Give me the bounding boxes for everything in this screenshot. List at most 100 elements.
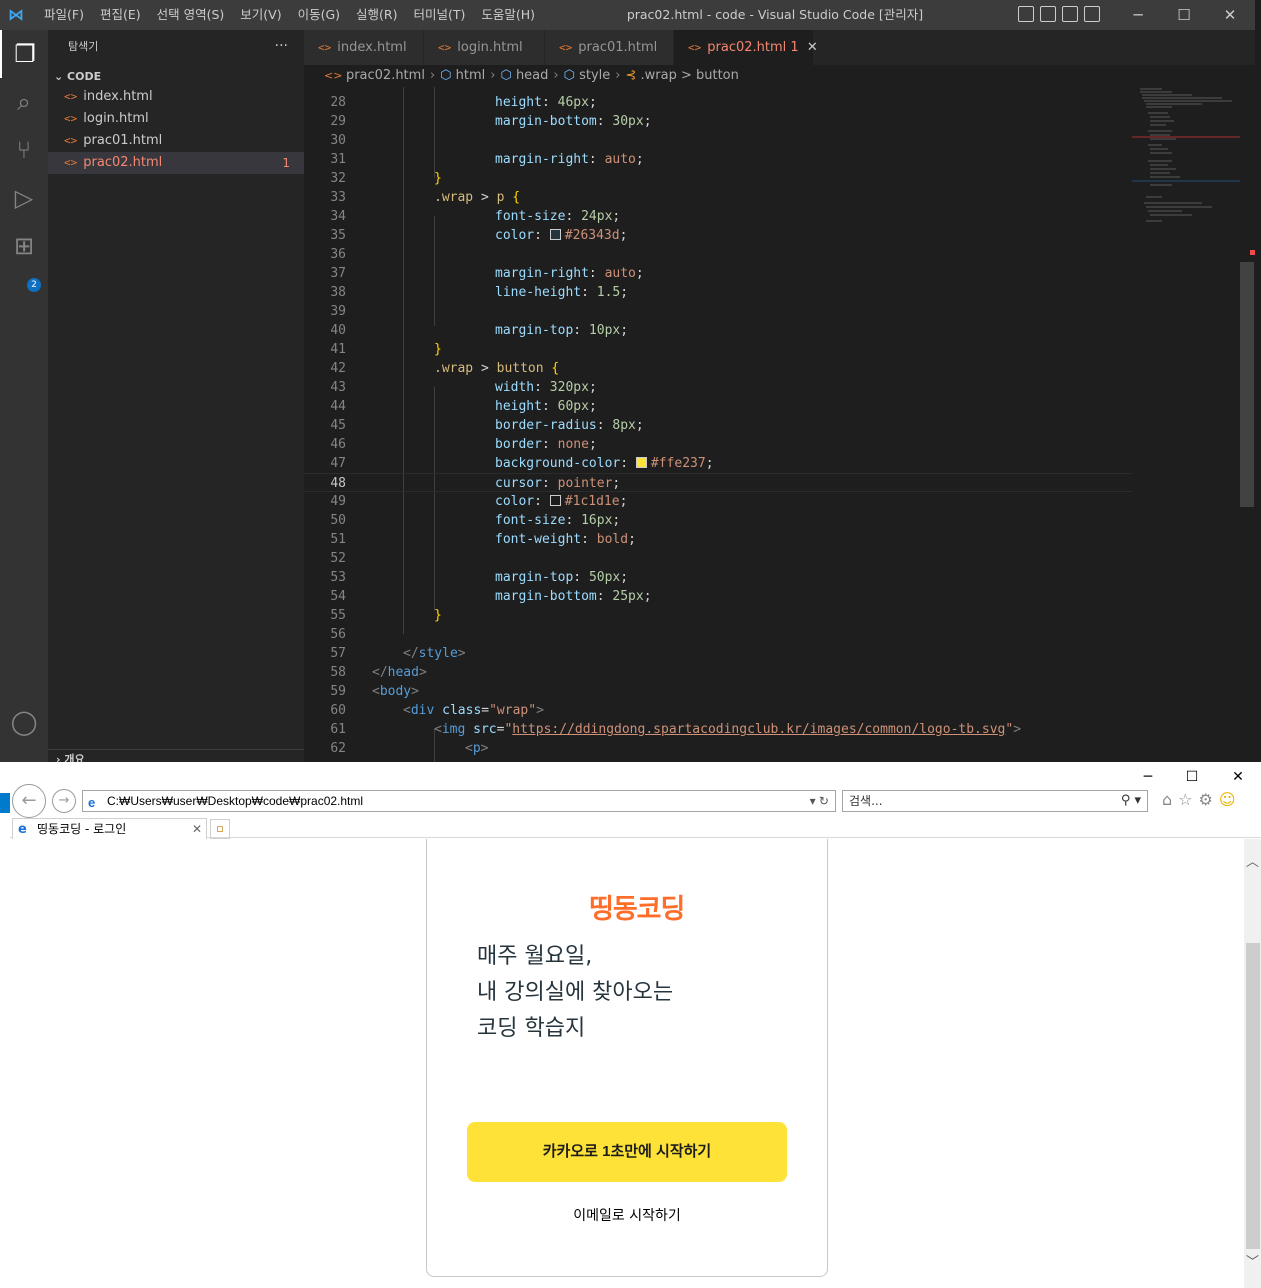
ie-minimize-icon[interactable]: ─	[1125, 766, 1171, 788]
tab-prac02[interactable]: <> prac02.html 1 ✕	[674, 30, 818, 65]
editor-scrollbar[interactable]	[1240, 87, 1255, 762]
breadcrumb-head[interactable]: head	[516, 68, 548, 83]
ie-close-icon[interactable]: ✕	[1215, 766, 1261, 788]
code-line[interactable]: 55}	[304, 606, 1132, 625]
file-item-index[interactable]: <> index.html	[48, 86, 304, 108]
color-swatch-icon[interactable]	[549, 495, 561, 506]
minimize-icon[interactable]: ─	[1115, 0, 1161, 30]
folder-section[interactable]: ⌄ CODE	[54, 66, 101, 88]
back-button[interactable]: ←	[12, 784, 46, 818]
menu-edit[interactable]: 편집(E)	[92, 0, 149, 30]
code-line[interactable]: 61 <img src="https://ddingdong.spartacodi…	[304, 720, 1132, 739]
forward-button[interactable]: →	[52, 789, 76, 813]
close-icon[interactable]: ✕	[1207, 0, 1253, 30]
minimap[interactable]	[1132, 87, 1240, 762]
explorer-icon[interactable]: ❐	[0, 30, 48, 78]
ie-maximize-icon[interactable]: ☐	[1169, 766, 1215, 788]
settings-gear-icon[interactable]: ⚙	[1199, 790, 1213, 809]
favorites-star-icon[interactable]: ☆	[1178, 790, 1192, 809]
code-line[interactable]: 33 .wrap > p {	[304, 188, 1132, 207]
code-line[interactable]: 53 margin-top: 50px;	[304, 568, 1132, 587]
breadcrumb-html[interactable]: html	[456, 68, 486, 83]
search-icon[interactable]: ⌕	[0, 78, 48, 126]
code-line[interactable]: 57 </style>	[304, 644, 1132, 663]
code-line[interactable]: 59 <body>	[304, 682, 1132, 701]
maximize-icon[interactable]: ☐	[1161, 0, 1207, 30]
breadcrumb-file[interactable]: prac02.html	[346, 68, 425, 83]
code-line[interactable]: 34 font-size: 24px;	[304, 207, 1132, 226]
menu-view[interactable]: 보기(V)	[232, 0, 289, 30]
page-scroll-thumb[interactable]	[1246, 943, 1260, 1249]
toggle-sidebar-icon[interactable]	[1018, 6, 1034, 22]
code-line[interactable]: 54 margin-bottom: 25px;	[304, 587, 1132, 606]
search-box[interactable]: 검색... ⚲ ▾	[842, 790, 1148, 812]
scroll-down-icon[interactable]: ﹀	[1244, 1251, 1261, 1270]
code-line[interactable]: 48 cursor: pointer;	[304, 473, 1132, 492]
code-line[interactable]: 39	[304, 302, 1132, 321]
code-line[interactable]: 44 height: 60px;	[304, 397, 1132, 416]
customize-layout-icon[interactable]	[1084, 6, 1100, 22]
breadcrumb-selector[interactable]: .wrap > button	[641, 68, 739, 83]
extensions-icon[interactable]: ⊞	[0, 222, 48, 270]
code-editor[interactable]: 28 height: 46px; 29 margin-bottom: 30px; 30 3…	[304, 87, 1132, 762]
code-line[interactable]: 50 font-size: 16px;	[304, 511, 1132, 530]
code-line[interactable]: 30	[304, 131, 1132, 150]
color-swatch-icon[interactable]	[635, 457, 647, 468]
breadcrumb-style[interactable]: style	[579, 68, 610, 83]
code-line[interactable]: 31 margin-right: auto;	[304, 150, 1132, 169]
code-line[interactable]: 47 background-color: #ffe237;	[304, 454, 1132, 473]
code-line[interactable]: 37 margin-right: auto;	[304, 264, 1132, 283]
code-line[interactable]: 46 border: none;	[304, 435, 1132, 454]
editor-scroll-thumb[interactable]	[1240, 262, 1254, 507]
refresh-icon[interactable]: ▾ ↻	[810, 791, 829, 811]
smiley-feedback-icon[interactable]: ☺	[1219, 790, 1236, 809]
menu-help[interactable]: 도움말(H)	[473, 0, 543, 30]
file-item-login[interactable]: <> login.html	[48, 108, 304, 130]
kakao-start-button[interactable]: 카카오로 1초만에 시작하기	[467, 1122, 787, 1182]
menu-selection[interactable]: 선택 영역(S)	[149, 0, 233, 30]
home-icon[interactable]: ⌂	[1162, 790, 1172, 809]
tab-index[interactable]: <> index.html	[304, 30, 424, 65]
code-line[interactable]: 36	[304, 245, 1132, 264]
menu-run[interactable]: 실행(R)	[348, 0, 405, 30]
code-line[interactable]: 56	[304, 625, 1132, 644]
tab-prac01[interactable]: <> prac01.html	[545, 30, 674, 65]
ie-tab-active[interactable]: e 띵동코딩 - 로그인 ✕	[12, 818, 207, 840]
scroll-up-icon[interactable]: ︿	[1244, 851, 1261, 870]
code-line[interactable]: 43 width: 320px;	[304, 378, 1132, 397]
code-line[interactable]: 58 </head>	[304, 663, 1132, 682]
search-icon[interactable]: ⚲ ▾	[1121, 791, 1141, 811]
toggle-secondary-sidebar-icon[interactable]	[1062, 6, 1078, 22]
run-debug-icon[interactable]: ▷	[0, 174, 48, 222]
code-line[interactable]: 51 font-weight: bold;	[304, 530, 1132, 549]
code-line[interactable]: 62 <p>	[304, 739, 1132, 758]
menu-go[interactable]: 이동(G)	[290, 0, 348, 30]
toggle-panel-icon[interactable]	[1040, 6, 1056, 22]
code-line[interactable]: 38 line-height: 1.5;	[304, 283, 1132, 302]
menu-file[interactable]: 파일(F)	[36, 0, 92, 30]
code-line[interactable]: 40 margin-top: 10px;	[304, 321, 1132, 340]
code-line[interactable]: 45 border-radius: 8px;	[304, 416, 1132, 435]
address-bar[interactable]: e C:₩Users₩user₩Desktop₩code₩prac02.html…	[82, 790, 836, 812]
file-item-prac02[interactable]: <> prac02.html 1	[48, 152, 304, 174]
code-line[interactable]: 52	[304, 549, 1132, 568]
code-line[interactable]: 32}	[304, 169, 1132, 188]
tab-close-icon[interactable]: ✕	[192, 819, 202, 839]
email-start-link[interactable]: 이메일로 시작하기	[427, 1205, 827, 1225]
tab-login[interactable]: <> login.html	[424, 30, 545, 65]
code-line[interactable]: 35 color: #26343d;	[304, 226, 1132, 245]
code-line[interactable]: 41}	[304, 340, 1132, 359]
page-scrollbar[interactable]: ︿ ﹀	[1244, 839, 1261, 1288]
tab-close-icon[interactable]: ✕	[807, 40, 818, 55]
source-control-icon[interactable]: ⑂	[0, 126, 48, 174]
account-icon[interactable]: ◯	[0, 698, 48, 746]
code-line[interactable]: 49 color: #1c1d1e;	[304, 492, 1132, 511]
more-actions-icon[interactable]: ···	[275, 30, 288, 62]
outline-section[interactable]: › 개요	[48, 749, 304, 762]
code-line[interactable]: 29 margin-bottom: 30px;	[304, 112, 1132, 131]
file-item-prac01[interactable]: <> prac01.html	[48, 130, 304, 152]
code-line[interactable]: 60 <div class="wrap">	[304, 701, 1132, 720]
menu-terminal[interactable]: 터미널(T)	[406, 0, 474, 30]
code-line[interactable]: 28 height: 46px;	[304, 93, 1132, 112]
new-tab-icon[interactable]: ▫	[210, 819, 230, 839]
